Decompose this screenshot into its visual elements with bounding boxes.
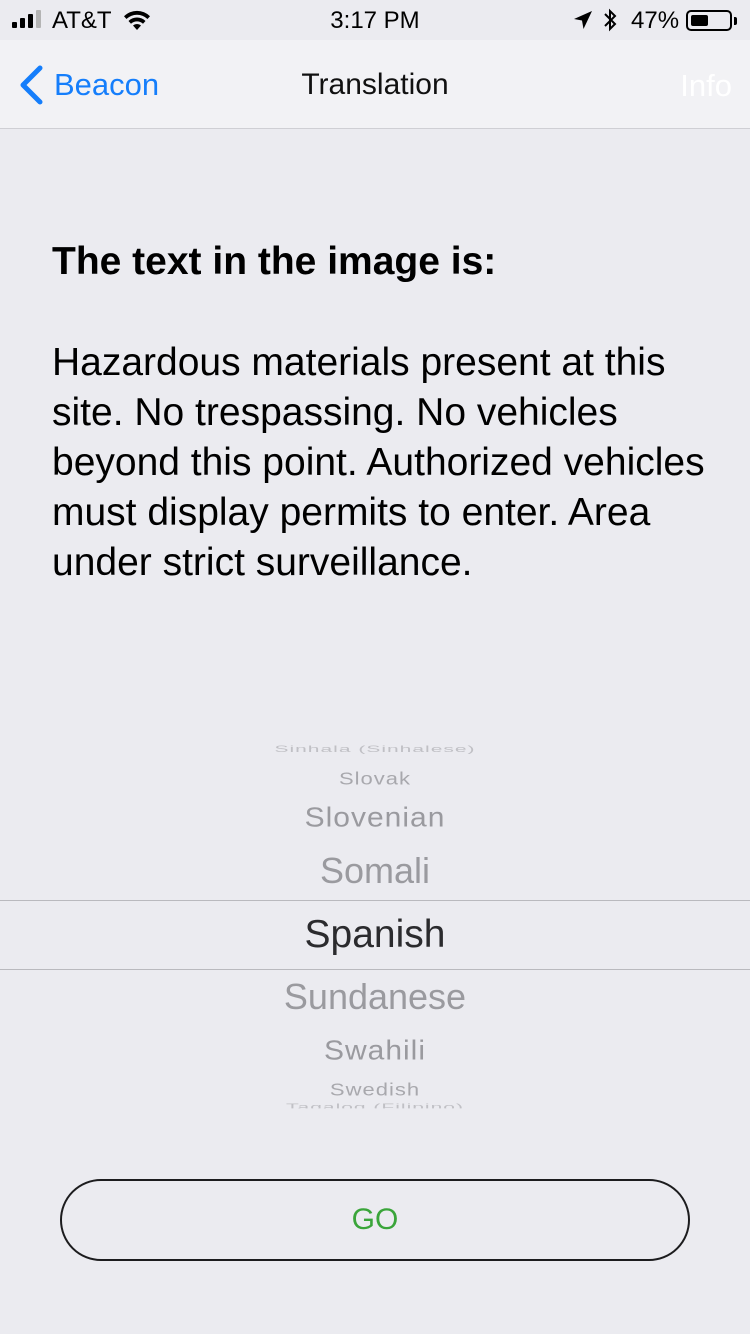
result-heading: The text in the image is: xyxy=(52,240,497,283)
translation-screen: AT&T 3:17 PM 47% Beacon Translation Info xyxy=(0,0,750,1334)
picker-item[interactable]: Sundanese xyxy=(0,976,750,1018)
page-title: Translation xyxy=(301,68,449,101)
go-button[interactable]: GO xyxy=(60,1179,690,1261)
picker-item[interactable]: Slovenian xyxy=(0,801,750,834)
picker-item[interactable]: Swahili xyxy=(0,1034,750,1067)
bluetooth-icon xyxy=(604,8,617,32)
info-button[interactable]: Info xyxy=(680,68,732,104)
battery-percent: 47% xyxy=(631,7,680,34)
navigation-bar: Beacon Translation Info xyxy=(0,40,750,129)
recognized-text: Hazardous materials present at this site… xyxy=(52,341,705,584)
picker-item[interactable]: Tagalog (Filipino) xyxy=(0,1103,750,1108)
language-picker[interactable]: Sinhala (Sinhalese) Slovak Slovenian Som… xyxy=(0,745,750,1115)
status-bar: AT&T 3:17 PM 47% xyxy=(0,0,750,40)
picker-item[interactable]: Sinhala (Sinhalese) xyxy=(0,745,750,754)
battery-icon xyxy=(686,10,737,31)
picker-selection-top-line xyxy=(0,900,750,901)
picker-item[interactable]: Somali xyxy=(0,850,750,892)
picker-selection-bottom-line xyxy=(0,969,750,970)
picker-item[interactable]: Swedish xyxy=(0,1080,750,1101)
picker-item[interactable]: Slovak xyxy=(0,769,750,790)
location-arrow-icon xyxy=(574,11,592,29)
picker-item-selected[interactable]: Spanish xyxy=(0,912,750,958)
